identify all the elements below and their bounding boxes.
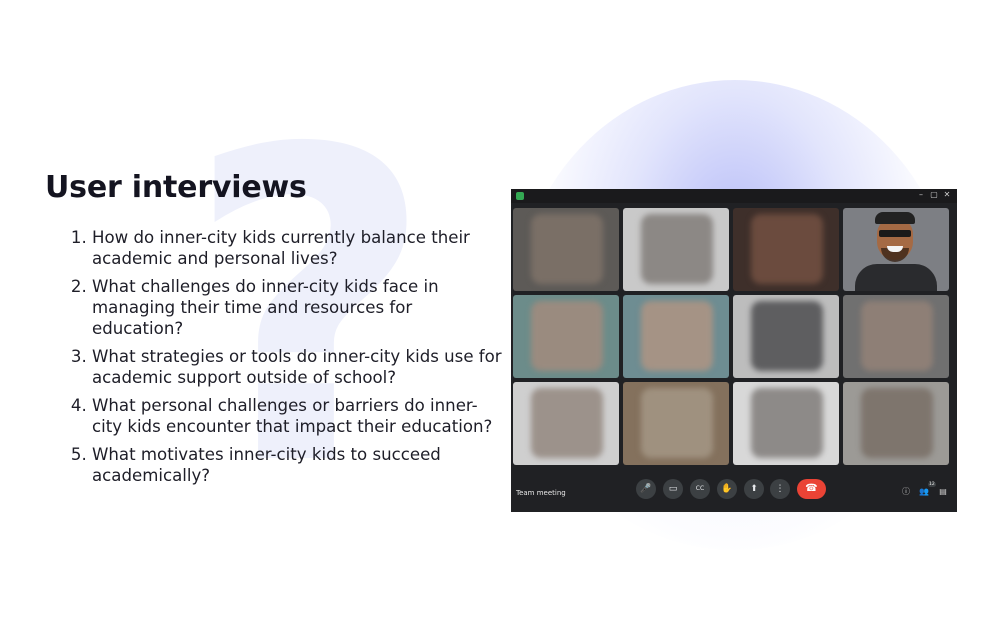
blurred-participant	[531, 214, 603, 284]
captions-icon[interactable]: CC	[690, 479, 710, 499]
speaker-cap	[875, 212, 915, 224]
raise-hand-icon[interactable]: ✋	[717, 479, 737, 499]
close-icon[interactable]: ✕	[942, 190, 952, 200]
microphone-icon[interactable]: 🎤	[636, 479, 656, 499]
blurred-participant	[751, 301, 823, 371]
app-icon	[516, 192, 524, 200]
more-options-icon[interactable]: ⋮	[770, 479, 790, 499]
speaker-body	[855, 264, 937, 291]
speaker-glasses	[879, 230, 911, 237]
question-item: What motivates inner-city kids to succee…	[92, 444, 502, 486]
participant-tile[interactable]	[513, 208, 619, 291]
meeting-name: Team meeting	[516, 489, 566, 497]
participant-tile[interactable]	[513, 382, 619, 465]
chat-icon[interactable]: ▤	[938, 487, 948, 497]
question-item: What strategies or tools do inner-city k…	[92, 346, 502, 388]
maximize-icon[interactable]: ▢	[929, 190, 939, 200]
blurred-participant	[751, 388, 823, 458]
participant-tile[interactable]	[513, 295, 619, 378]
participant-tile[interactable]	[733, 295, 839, 378]
participant-tile[interactable]	[623, 382, 729, 465]
blurred-participant	[641, 301, 713, 371]
blurred-participant	[751, 214, 823, 284]
slide-title: User interviews	[45, 170, 307, 205]
camera-icon[interactable]: ▭	[663, 479, 683, 499]
video-call-screenshot: – ▢ ✕ Team meeting 🎤 ▭ CC ✋ ⬆ ⋮ ☎ ⓘ 👥 12…	[511, 189, 957, 512]
participant-tile[interactable]	[843, 295, 949, 378]
blurred-participant	[531, 301, 603, 371]
participant-tile[interactable]	[733, 382, 839, 465]
active-speaker-tile[interactable]	[843, 208, 949, 291]
participant-tile[interactable]	[843, 382, 949, 465]
end-call-button[interactable]: ☎	[797, 479, 826, 499]
people-icon[interactable]: 👥	[919, 487, 929, 497]
question-item: What personal challenges or barriers do …	[92, 395, 502, 437]
blurred-participant	[861, 388, 933, 458]
info-icon[interactable]: ⓘ	[901, 487, 911, 497]
minimize-icon[interactable]: –	[916, 190, 926, 200]
blurred-participant	[861, 301, 933, 371]
interview-questions-list: How do inner-city kids currently balance…	[66, 227, 502, 493]
participant-tile[interactable]	[623, 295, 729, 378]
blurred-participant	[641, 214, 713, 284]
question-item: How do inner-city kids currently balance…	[92, 227, 502, 269]
blurred-participant	[641, 388, 713, 458]
participants-count-badge: 12	[928, 482, 936, 487]
present-screen-icon[interactable]: ⬆	[744, 479, 764, 499]
blurred-participant	[531, 388, 603, 458]
question-item: What challenges do inner-city kids face …	[92, 276, 502, 339]
participant-tile[interactable]	[733, 208, 839, 291]
participant-tile[interactable]	[623, 208, 729, 291]
window-titlebar: – ▢ ✕	[511, 189, 957, 203]
